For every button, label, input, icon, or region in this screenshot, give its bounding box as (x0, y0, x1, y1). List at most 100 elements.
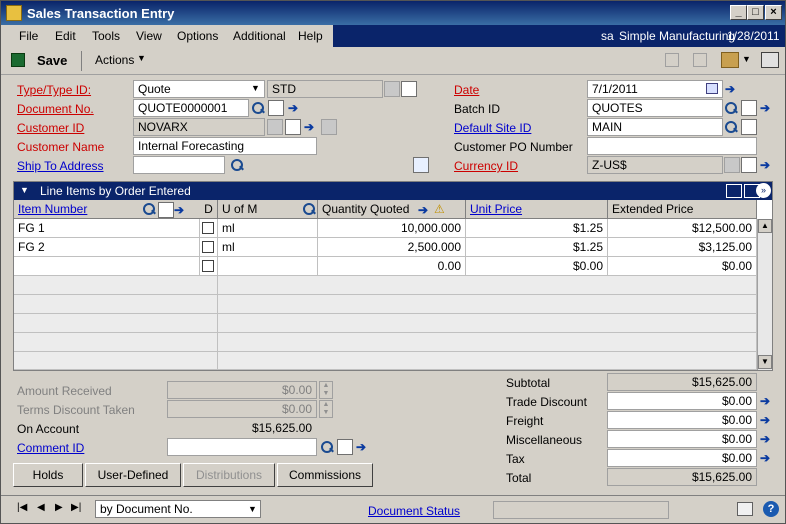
save-button[interactable]: Save (37, 53, 67, 68)
freight-field[interactable]: $0.00 (607, 411, 757, 429)
document-icon[interactable] (285, 119, 301, 135)
arrow-right-icon[interactable]: ➔ (760, 394, 774, 408)
type-select[interactable]: Quote (133, 80, 265, 98)
table-row-uom[interactable]: ml (218, 238, 318, 257)
grid-scrollbar[interactable]: ▲ ▼ (757, 219, 772, 370)
arrow-right-icon[interactable]: ➔ (174, 203, 188, 217)
calendar-icon[interactable] (706, 83, 718, 94)
lock-icon[interactable] (321, 119, 337, 135)
date-field[interactable]: 7/1/2011 (587, 80, 723, 98)
grid-title[interactable]: Line Items by Order Entered (40, 184, 191, 198)
menu-additional[interactable]: Additional (233, 29, 286, 43)
arrow-right-icon[interactable]: ➔ (760, 451, 774, 465)
comment-id-field[interactable] (167, 438, 317, 456)
table-row-item[interactable]: FG 1 (14, 219, 200, 238)
row-checkbox[interactable] (202, 241, 214, 253)
arrow-right-icon[interactable]: ➔ (760, 432, 774, 446)
first-record-icon[interactable]: |◀ (17, 502, 27, 513)
lookup-icon[interactable] (724, 157, 740, 173)
row-checkbox-cell[interactable] (200, 219, 218, 238)
warning-icon[interactable]: ⚠ (434, 202, 445, 216)
arrow-right-icon[interactable]: ➔ (760, 101, 774, 115)
last-record-icon[interactable]: ▶| (71, 502, 81, 513)
minimize-button[interactable]: _ (730, 5, 747, 20)
customer-id-label[interactable]: Customer ID (17, 121, 84, 135)
customer-id-field[interactable]: NOVARX (133, 118, 265, 136)
type-id-field[interactable]: STD (267, 80, 383, 98)
document-icon[interactable] (268, 100, 284, 116)
batch-id-field[interactable]: QUOTES (587, 99, 723, 117)
maximize-button[interactable]: □ (747, 5, 764, 20)
menu-file[interactable]: File (19, 29, 38, 43)
arrow-right-icon[interactable]: ➔ (356, 440, 370, 454)
arrow-right-icon[interactable]: ➔ (418, 203, 432, 217)
table-row-ext[interactable]: $0.00 (608, 257, 757, 276)
arrow-right-icon[interactable]: ➔ (760, 413, 774, 427)
close-button[interactable]: × (765, 5, 782, 20)
sort-select[interactable]: by Document No. (95, 500, 261, 518)
table-row-price[interactable]: $0.00 (466, 257, 608, 276)
customer-po-field[interactable] (587, 137, 757, 155)
search-icon[interactable] (142, 202, 156, 216)
scroll-up-icon[interactable]: ▲ (758, 219, 772, 233)
ship-to-address-link[interactable]: Ship To Address (17, 159, 104, 173)
misc-field[interactable]: $0.00 (607, 430, 757, 448)
table-row-qty[interactable]: 0.00 (318, 257, 466, 276)
row-checkbox-cell[interactable] (200, 238, 218, 257)
print-icon[interactable] (761, 52, 779, 68)
date-label[interactable]: Date (454, 83, 479, 97)
search-icon[interactable] (251, 101, 265, 115)
help-icon[interactable]: ? (763, 501, 779, 517)
next-record-icon[interactable]: ▶ (55, 502, 63, 513)
menu-view[interactable]: View (136, 29, 162, 43)
lookup-icon[interactable] (384, 81, 400, 97)
currency-id-label[interactable]: Currency ID (454, 159, 518, 173)
menu-help[interactable]: Help (298, 29, 323, 43)
tax-field[interactable]: $0.00 (607, 449, 757, 467)
document-icon[interactable] (741, 157, 757, 173)
document-no-field[interactable]: QUOTE0000001 (133, 99, 249, 117)
expand-rows-icon[interactable] (726, 184, 742, 198)
table-row-ext[interactable]: $12,500.00 (608, 219, 757, 238)
chevron-down-icon[interactable]: ▼ (251, 83, 260, 93)
document-icon[interactable] (158, 202, 174, 218)
arrow-right-icon[interactable]: ➔ (725, 82, 739, 96)
table-row-uom[interactable]: ml (218, 219, 318, 238)
table-row-uom[interactable] (218, 257, 318, 276)
menu-edit[interactable]: Edit (55, 29, 76, 43)
arrow-right-icon[interactable]: ➔ (304, 120, 318, 134)
row-checkbox[interactable] (202, 222, 214, 234)
menu-options[interactable]: Options (177, 29, 218, 43)
row-checkbox-cell[interactable] (200, 257, 218, 276)
expand-all-icon[interactable]: » (756, 183, 771, 198)
reports-icon[interactable] (721, 52, 739, 68)
table-row-price[interactable]: $1.25 (466, 219, 608, 238)
distributions-button[interactable]: Distributions (183, 463, 275, 487)
lookup-icon[interactable] (267, 119, 283, 135)
commissions-button[interactable]: Commissions (277, 463, 373, 487)
search-icon[interactable] (724, 101, 738, 115)
type-label[interactable]: Type/Type ID: (17, 83, 91, 97)
menu-tools[interactable]: Tools (92, 29, 120, 43)
document-icon[interactable] (401, 81, 417, 97)
document-no-label[interactable]: Document No. (17, 102, 94, 116)
search-icon[interactable] (320, 440, 334, 454)
table-row-qty[interactable]: 2,500.000 (318, 238, 466, 257)
document-icon[interactable] (337, 439, 353, 455)
user-defined-button[interactable]: User-Defined (85, 463, 181, 487)
collapse-icon[interactable]: ▼ (20, 185, 29, 195)
row-checkbox[interactable] (202, 260, 214, 272)
envelope-icon[interactable] (413, 157, 429, 173)
document-status-link[interactable]: Document Status (368, 504, 460, 518)
search-icon[interactable] (724, 120, 738, 134)
unit-price-link[interactable]: Unit Price (470, 202, 522, 216)
trade-discount-field[interactable]: $0.00 (607, 392, 757, 410)
scroll-down-icon[interactable]: ▼ (758, 355, 772, 369)
link-icon[interactable] (693, 53, 707, 67)
search-icon[interactable] (230, 158, 244, 172)
customer-name-field[interactable]: Internal Forecasting (133, 137, 317, 155)
arrow-right-icon[interactable]: ➔ (288, 101, 302, 115)
table-row-qty[interactable]: 10,000.000 (318, 219, 466, 238)
table-row-item[interactable]: FG 2 (14, 238, 200, 257)
arrow-right-icon[interactable]: ➔ (760, 158, 774, 172)
